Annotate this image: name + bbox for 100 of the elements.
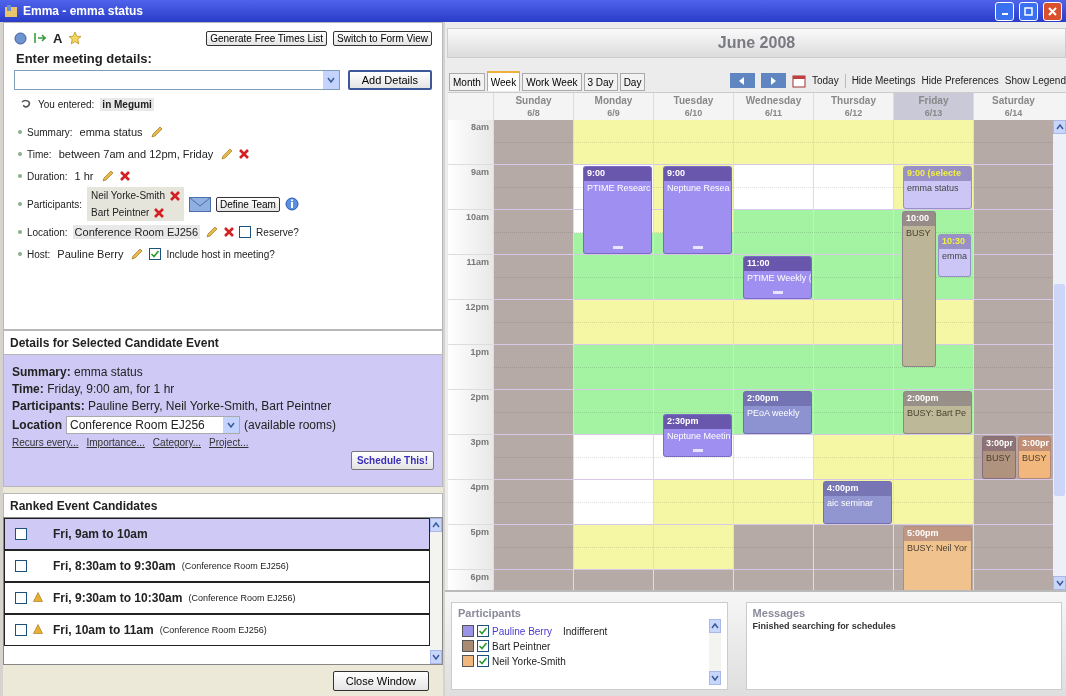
participant-name[interactable]: Pauline Berry <box>492 625 553 637</box>
detail-line: Participants: Pauline Berry, Neil Yorke-Smith, Bart Peintner <box>12 399 333 413</box>
toolbar-link[interactable]: Hide Preferences <box>921 75 999 86</box>
calendar-event[interactable]: 5:00pm BUSY: Neil Yor <box>903 526 972 590</box>
toolbar-link[interactable]: Show Legend <box>1004 75 1066 86</box>
event-time: 2:00pm <box>744 392 811 406</box>
field-value: 1 hr <box>73 169 95 183</box>
calendar-event[interactable]: 2:00pm PEoA weekly <box>743 391 812 434</box>
close-window-button[interactable]: Close Window <box>332 670 429 691</box>
field-value: between 7am and 12pm, Friday <box>57 147 215 161</box>
calendar-event[interactable]: 10:30 emma <box>938 233 971 277</box>
define-team-button[interactable]: Define Team <box>215 196 280 212</box>
calendar-event[interactable]: 11:00 PTIME Weekly ( <box>743 256 812 299</box>
candidate-time: Fri, 10am to 11am <box>53 623 154 637</box>
calendar-event[interactable]: 2:30pm Neptune Meetin <box>663 413 732 457</box>
message-text: Finished searching for schedules <box>752 621 897 631</box>
today-link[interactable]: Today <box>811 75 839 86</box>
location-note: (available rooms) <box>244 418 337 432</box>
hour-label: 3pm <box>448 435 493 480</box>
option-link[interactable]: Importance... <box>86 437 145 448</box>
view-tab[interactable]: 3 Day <box>583 73 618 91</box>
field-label: Time: <box>27 148 52 160</box>
echo-label: You entered: <box>38 99 95 110</box>
hour-label: 4pm <box>448 480 493 525</box>
hour-label: 8am <box>448 120 493 165</box>
candidate-row[interactable]: Fri, 9:30am to 10:30am (Conference Room EJ256) <box>4 582 430 614</box>
field-label: Participants: <box>27 198 83 210</box>
location-label: Location <box>12 418 62 432</box>
candidate-room: (Conference Room EJ256) <box>159 625 267 635</box>
event-time: 9:00 <box>584 167 651 181</box>
calendar-event[interactable]: 2:00pm BUSY: Bart Pe <box>903 391 972 434</box>
echo-value: in Megumi <box>100 98 154 111</box>
event-time: 5:00pm <box>904 527 971 541</box>
panel-title: Messages <box>752 607 807 619</box>
checkbox-label: Include host in meeting? <box>166 248 275 260</box>
add-details-button[interactable]: Add Details <box>347 70 432 90</box>
section-header: Ranked Event Candidates <box>3 493 443 517</box>
event-title: BUSY <box>1021 452 1048 465</box>
view-tab[interactable]: Month <box>449 73 485 91</box>
candidate-row[interactable]: Fri, 9am to 10am <box>4 518 430 550</box>
month-title: June 2008 <box>447 28 1066 58</box>
calendar-event[interactable]: 3:00pr BUSY <box>1018 436 1051 479</box>
section-header: Details for Selected Candidate Event <box>3 330 443 354</box>
detail-line: Summary: emma status <box>12 365 144 379</box>
field-label: Host: <box>27 248 51 260</box>
location-select[interactable]: Conference Room EJ256 <box>66 416 240 434</box>
event-title: PTIME Researc <box>586 182 651 195</box>
view-tab[interactable]: Week <box>486 71 521 91</box>
participant-name[interactable]: Bart Peintner <box>492 640 551 652</box>
event-title: BUSY: Bart Pe <box>906 407 968 420</box>
hour-label: 11am <box>448 255 493 300</box>
candidate-row[interactable]: Fri, 10am to 11am (Conference Room EJ256) <box>4 614 430 646</box>
toolbar-button[interactable]: Switch to Form View <box>333 30 432 46</box>
event-title: emma status <box>906 182 960 195</box>
field-value: emma status <box>78 125 144 139</box>
candidate-room: (Conference Room EJ256) <box>188 593 296 603</box>
calendar-event[interactable]: 9:00 Neptune Resea <box>663 166 732 254</box>
detail-line: Time: Friday, 9:00 am, for 1 hr <box>12 382 176 396</box>
calendar-event[interactable]: 9:00 PTIME Researc <box>583 166 652 254</box>
bold-icon[interactable]: A <box>53 30 63 46</box>
calendar-event[interactable]: 10:00 BUSY <box>902 211 936 367</box>
calendar-event[interactable]: 9:00 (selecte emma status <box>903 166 972 209</box>
option-link[interactable]: Category... <box>152 437 202 448</box>
hour-label: 1pm <box>448 345 493 390</box>
event-title: Neptune Meetin <box>666 429 731 443</box>
participant-name: Neil Yorke-Smith <box>91 190 165 201</box>
calendar-event[interactable]: 4:00pm aic seminar <box>823 481 892 524</box>
candidate-time: Fri, 9:30am to 10:30am <box>53 591 183 605</box>
event-time: 9:00 <box>664 167 731 181</box>
event-title: emma <box>941 249 968 263</box>
panel-title: Participants <box>458 607 522 619</box>
field-label: Duration: <box>27 170 68 182</box>
hour-label: 2pm <box>448 390 493 435</box>
option-link[interactable]: Recurs every... <box>12 437 79 448</box>
event-title: BUSY <box>905 227 932 240</box>
checkbox-label: Reserve? <box>256 226 299 238</box>
event-title: PEoA weekly <box>746 407 801 420</box>
hour-label: 9am <box>448 165 493 210</box>
toolbar-link[interactable]: Hide Meetings <box>851 75 916 86</box>
schedule-button[interactable]: Schedule This! <box>350 451 434 470</box>
hour-label: 10am <box>448 210 493 255</box>
event-time: 2:30pm <box>664 414 731 429</box>
event-title: BUSY: Neil Yor <box>906 542 969 555</box>
preference-label: Indifferent <box>563 625 608 637</box>
field-value: Pauline Berry <box>56 247 125 261</box>
toolbar-button[interactable]: Generate Free Times List <box>206 30 328 46</box>
view-tab[interactable]: Work Week <box>522 73 582 91</box>
candidate-row[interactable]: Fri, 8:30am to 9:30am (Conference Room EJ256) <box>4 550 430 582</box>
field-label: Location: <box>27 226 68 238</box>
participant-name: Bart Peintner <box>91 207 150 218</box>
calendar-event[interactable]: 3:00pr BUSY <box>982 436 1016 479</box>
field-label: Summary: <box>27 126 73 138</box>
event-title: BUSY <box>985 452 1012 465</box>
option-link[interactable]: Project... <box>209 437 249 448</box>
section-heading: Enter meeting details: <box>16 51 153 66</box>
participant-name[interactable]: Neil Yorke-Smith <box>492 655 566 667</box>
candidate-time: Fri, 8:30am to 9:30am <box>53 559 176 573</box>
view-tab[interactable]: Day <box>619 73 646 91</box>
event-title: aic seminar <box>826 497 874 510</box>
field-value: Conference Room EJ256 <box>72 225 201 239</box>
